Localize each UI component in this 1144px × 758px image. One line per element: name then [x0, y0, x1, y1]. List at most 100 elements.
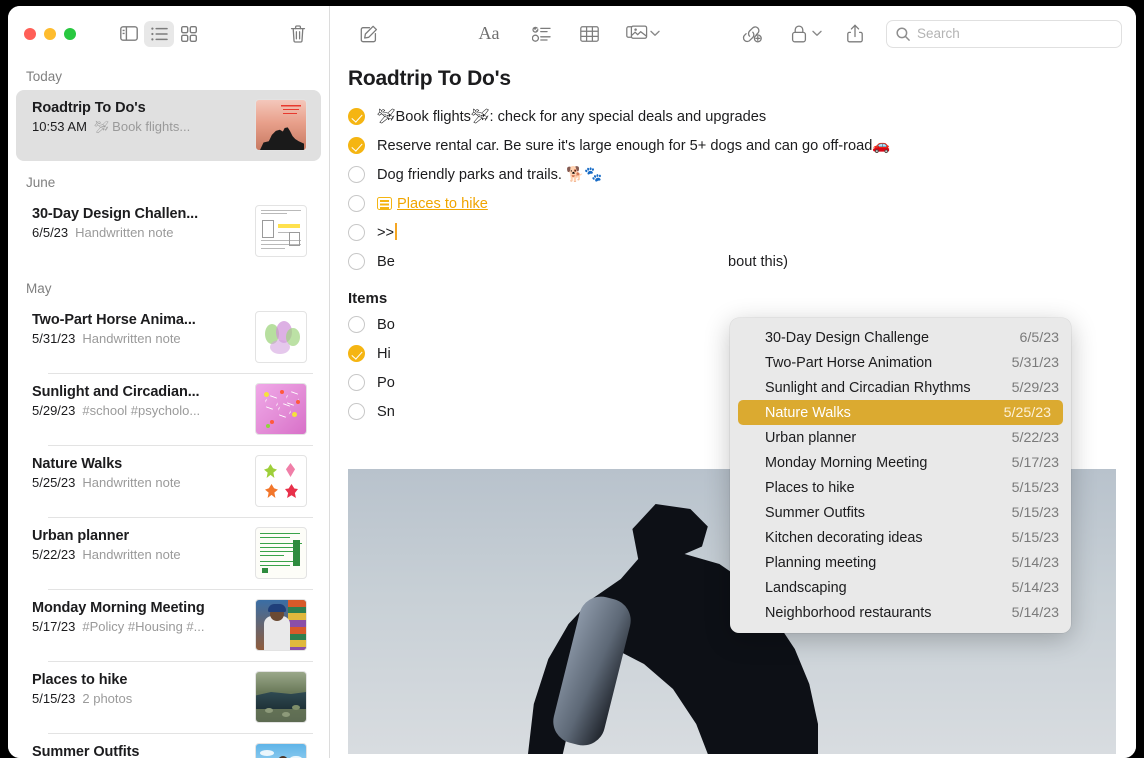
popup-item[interactable]: Urban planner5/22/23 [730, 425, 1071, 450]
checkbox-unchecked[interactable] [348, 403, 365, 420]
note-item-title: Two-Part Horse Anima... [32, 312, 245, 328]
checklist-text: Be bout this) [377, 252, 1136, 272]
gallery-view-button[interactable] [174, 21, 204, 47]
share-note-button[interactable] [838, 19, 872, 49]
note-list-item-monday-meeting[interactable]: Monday Morning Meeting 5/17/23 #Policy #… [16, 590, 321, 661]
table-button[interactable] [572, 19, 606, 49]
note-list-item-places-to-hike[interactable]: Places to hike 5/15/23 2 photos [16, 662, 321, 733]
search-input[interactable] [917, 26, 1112, 41]
checkbox-unchecked[interactable] [348, 316, 365, 333]
note-list-item-30day[interactable]: 30-Day Design Challen... 6/5/23 Handwrit… [16, 196, 321, 267]
note-thumbnail [255, 527, 307, 579]
popup-item[interactable]: Planning meeting5/14/23 [730, 550, 1071, 575]
dog-paw-icon: 🐕🐾 [566, 167, 602, 183]
note-item-date: 6/5/23 [32, 225, 68, 240]
note-item-title: Sunlight and Circadian... [32, 384, 245, 400]
checklist-text-input[interactable]: >> [377, 223, 1136, 243]
note-thumbnail [255, 311, 307, 363]
section-header-today: Today [8, 61, 329, 90]
checkbox-unchecked[interactable] [348, 166, 365, 183]
popup-item[interactable]: Neighborhood restaurants5/14/23 [730, 600, 1071, 625]
popup-item-title: Two-Part Horse Animation [765, 355, 932, 371]
note-thumbnail [255, 99, 307, 151]
add-link-button[interactable] [734, 19, 768, 49]
note-list-item-nature-walks[interactable]: Nature Walks 5/25/23 Handwritten note [16, 446, 321, 517]
note-link-suggestion-popup[interactable]: 30-Day Design Challenge6/5/23 Two-Part H… [730, 318, 1071, 633]
note-item-date: 5/15/23 [32, 691, 75, 706]
list-view-button[interactable] [144, 21, 174, 47]
popup-item-title: Urban planner [765, 430, 856, 446]
checkbox-unchecked[interactable] [348, 374, 365, 391]
popup-item-date: 5/15/23 [1012, 480, 1059, 496]
popup-item[interactable]: Monday Morning Meeting5/17/23 [730, 450, 1071, 475]
lock-note-button[interactable] [782, 19, 816, 49]
notes-window: Today Roadtrip To Do's 10:53 AM 🛩Book fl… [8, 6, 1136, 758]
note-link-icon [377, 197, 392, 210]
note-list-item-urban-planner[interactable]: Urban planner 5/22/23 Handwritten note [16, 518, 321, 589]
media-button[interactable] [620, 19, 654, 49]
note-thumbnail [255, 599, 307, 651]
checklist-button[interactable] [524, 19, 558, 49]
note-thumbnail [255, 205, 307, 257]
checkbox-checked[interactable] [348, 345, 365, 362]
popup-item[interactable]: Places to hike5/15/23 [730, 475, 1071, 500]
note-content[interactable]: Roadtrip To Do's 🛩Book flights🛩: check f… [330, 61, 1136, 758]
checklist-text: 🛩Book flights🛩: check for any special de… [377, 107, 1136, 127]
note-list[interactable]: Today Roadtrip To Do's 10:53 AM 🛩Book fl… [8, 61, 329, 758]
note-item-subtitle: #school #psycholo... [82, 403, 200, 418]
search-field[interactable] [886, 20, 1122, 48]
checkbox-unchecked[interactable] [348, 224, 365, 241]
note-item-title: Urban planner [32, 528, 245, 544]
note-item-subtitle: Handwritten note [82, 475, 180, 490]
section-header-june: June [8, 161, 329, 196]
popup-item[interactable]: Summer Outfits5/15/23 [730, 500, 1071, 525]
popup-item-selected[interactable]: Nature Walks5/25/23 [738, 400, 1063, 425]
checklist-item[interactable]: Dog friendly parks and trails. 🐕🐾 [330, 165, 1136, 194]
close-button[interactable] [24, 28, 36, 40]
compose-note-button[interactable] [352, 19, 386, 49]
car-icon: 🚗 [872, 138, 890, 154]
checklist-item[interactable]: Be bout this) [330, 252, 1136, 281]
note-list-item-horse[interactable]: Two-Part Horse Anima... 5/31/23 Handwrit… [16, 302, 321, 373]
popup-item-date: 5/31/23 [1012, 355, 1059, 371]
chevron-down-icon[interactable] [650, 30, 660, 37]
popup-item-title: 30-Day Design Challenge [765, 330, 929, 346]
note-list-item-roadtrip[interactable]: Roadtrip To Do's 10:53 AM 🛩Book flights.… [16, 90, 321, 161]
minimize-button[interactable] [44, 28, 56, 40]
popup-item-title: Neighborhood restaurants [765, 605, 931, 621]
note-item-title: 30-Day Design Challen... [32, 206, 245, 222]
checkbox-unchecked[interactable] [348, 253, 365, 270]
checklist-item[interactable]: Places to hike [330, 194, 1136, 223]
page-title: Roadtrip To Do's [330, 67, 1136, 107]
note-list-item-summer-outfits[interactable]: Summer Outfits [16, 734, 321, 758]
note-item-date: 5/29/23 [32, 403, 75, 418]
sidebar-toggle-button[interactable] [114, 21, 144, 47]
checklist-item-active[interactable]: >> [330, 223, 1136, 252]
sidebar-toolbar [8, 6, 329, 61]
popup-item[interactable]: Two-Part Horse Animation 5/31/23 [730, 350, 1071, 375]
popup-item[interactable]: Kitchen decorating ideas5/15/23 [730, 525, 1071, 550]
checklist-item[interactable]: Reserve rental car. Be sure it's large e… [330, 136, 1136, 165]
checkbox-checked[interactable] [348, 137, 365, 154]
note-editor-pane: Aa [330, 6, 1136, 758]
popup-item[interactable]: Sunlight and Circadian Rhythms5/29/23 [730, 375, 1071, 400]
note-item-title: Roadtrip To Do's [32, 100, 245, 116]
note-item-date: 5/31/23 [32, 331, 75, 346]
note-item-title: Monday Morning Meeting [32, 600, 245, 616]
note-item-date: 5/25/23 [32, 475, 75, 490]
zoom-button[interactable] [64, 28, 76, 40]
checkbox-unchecked[interactable] [348, 195, 365, 212]
aa-icon: Aa [479, 23, 500, 44]
checklist-item[interactable]: 🛩Book flights🛩: check for any special de… [330, 107, 1136, 136]
format-text-button[interactable]: Aa [472, 19, 506, 49]
checkbox-checked[interactable] [348, 108, 365, 125]
popup-item-title: Sunlight and Circadian Rhythms [765, 380, 971, 396]
note-link-places-to-hike[interactable]: Places to hike [397, 196, 488, 212]
popup-item[interactable]: Landscaping5/14/23 [730, 575, 1071, 600]
note-thumbnail [255, 671, 307, 723]
chevron-down-icon[interactable] [812, 30, 822, 37]
note-list-item-sunlight[interactable]: Sunlight and Circadian... 5/29/23 #schoo… [16, 374, 321, 445]
popup-item[interactable]: 30-Day Design Challenge6/5/23 [730, 325, 1071, 350]
delete-note-button[interactable] [283, 21, 313, 47]
checklist-text: Reserve rental car. Be sure it's large e… [377, 136, 1136, 156]
